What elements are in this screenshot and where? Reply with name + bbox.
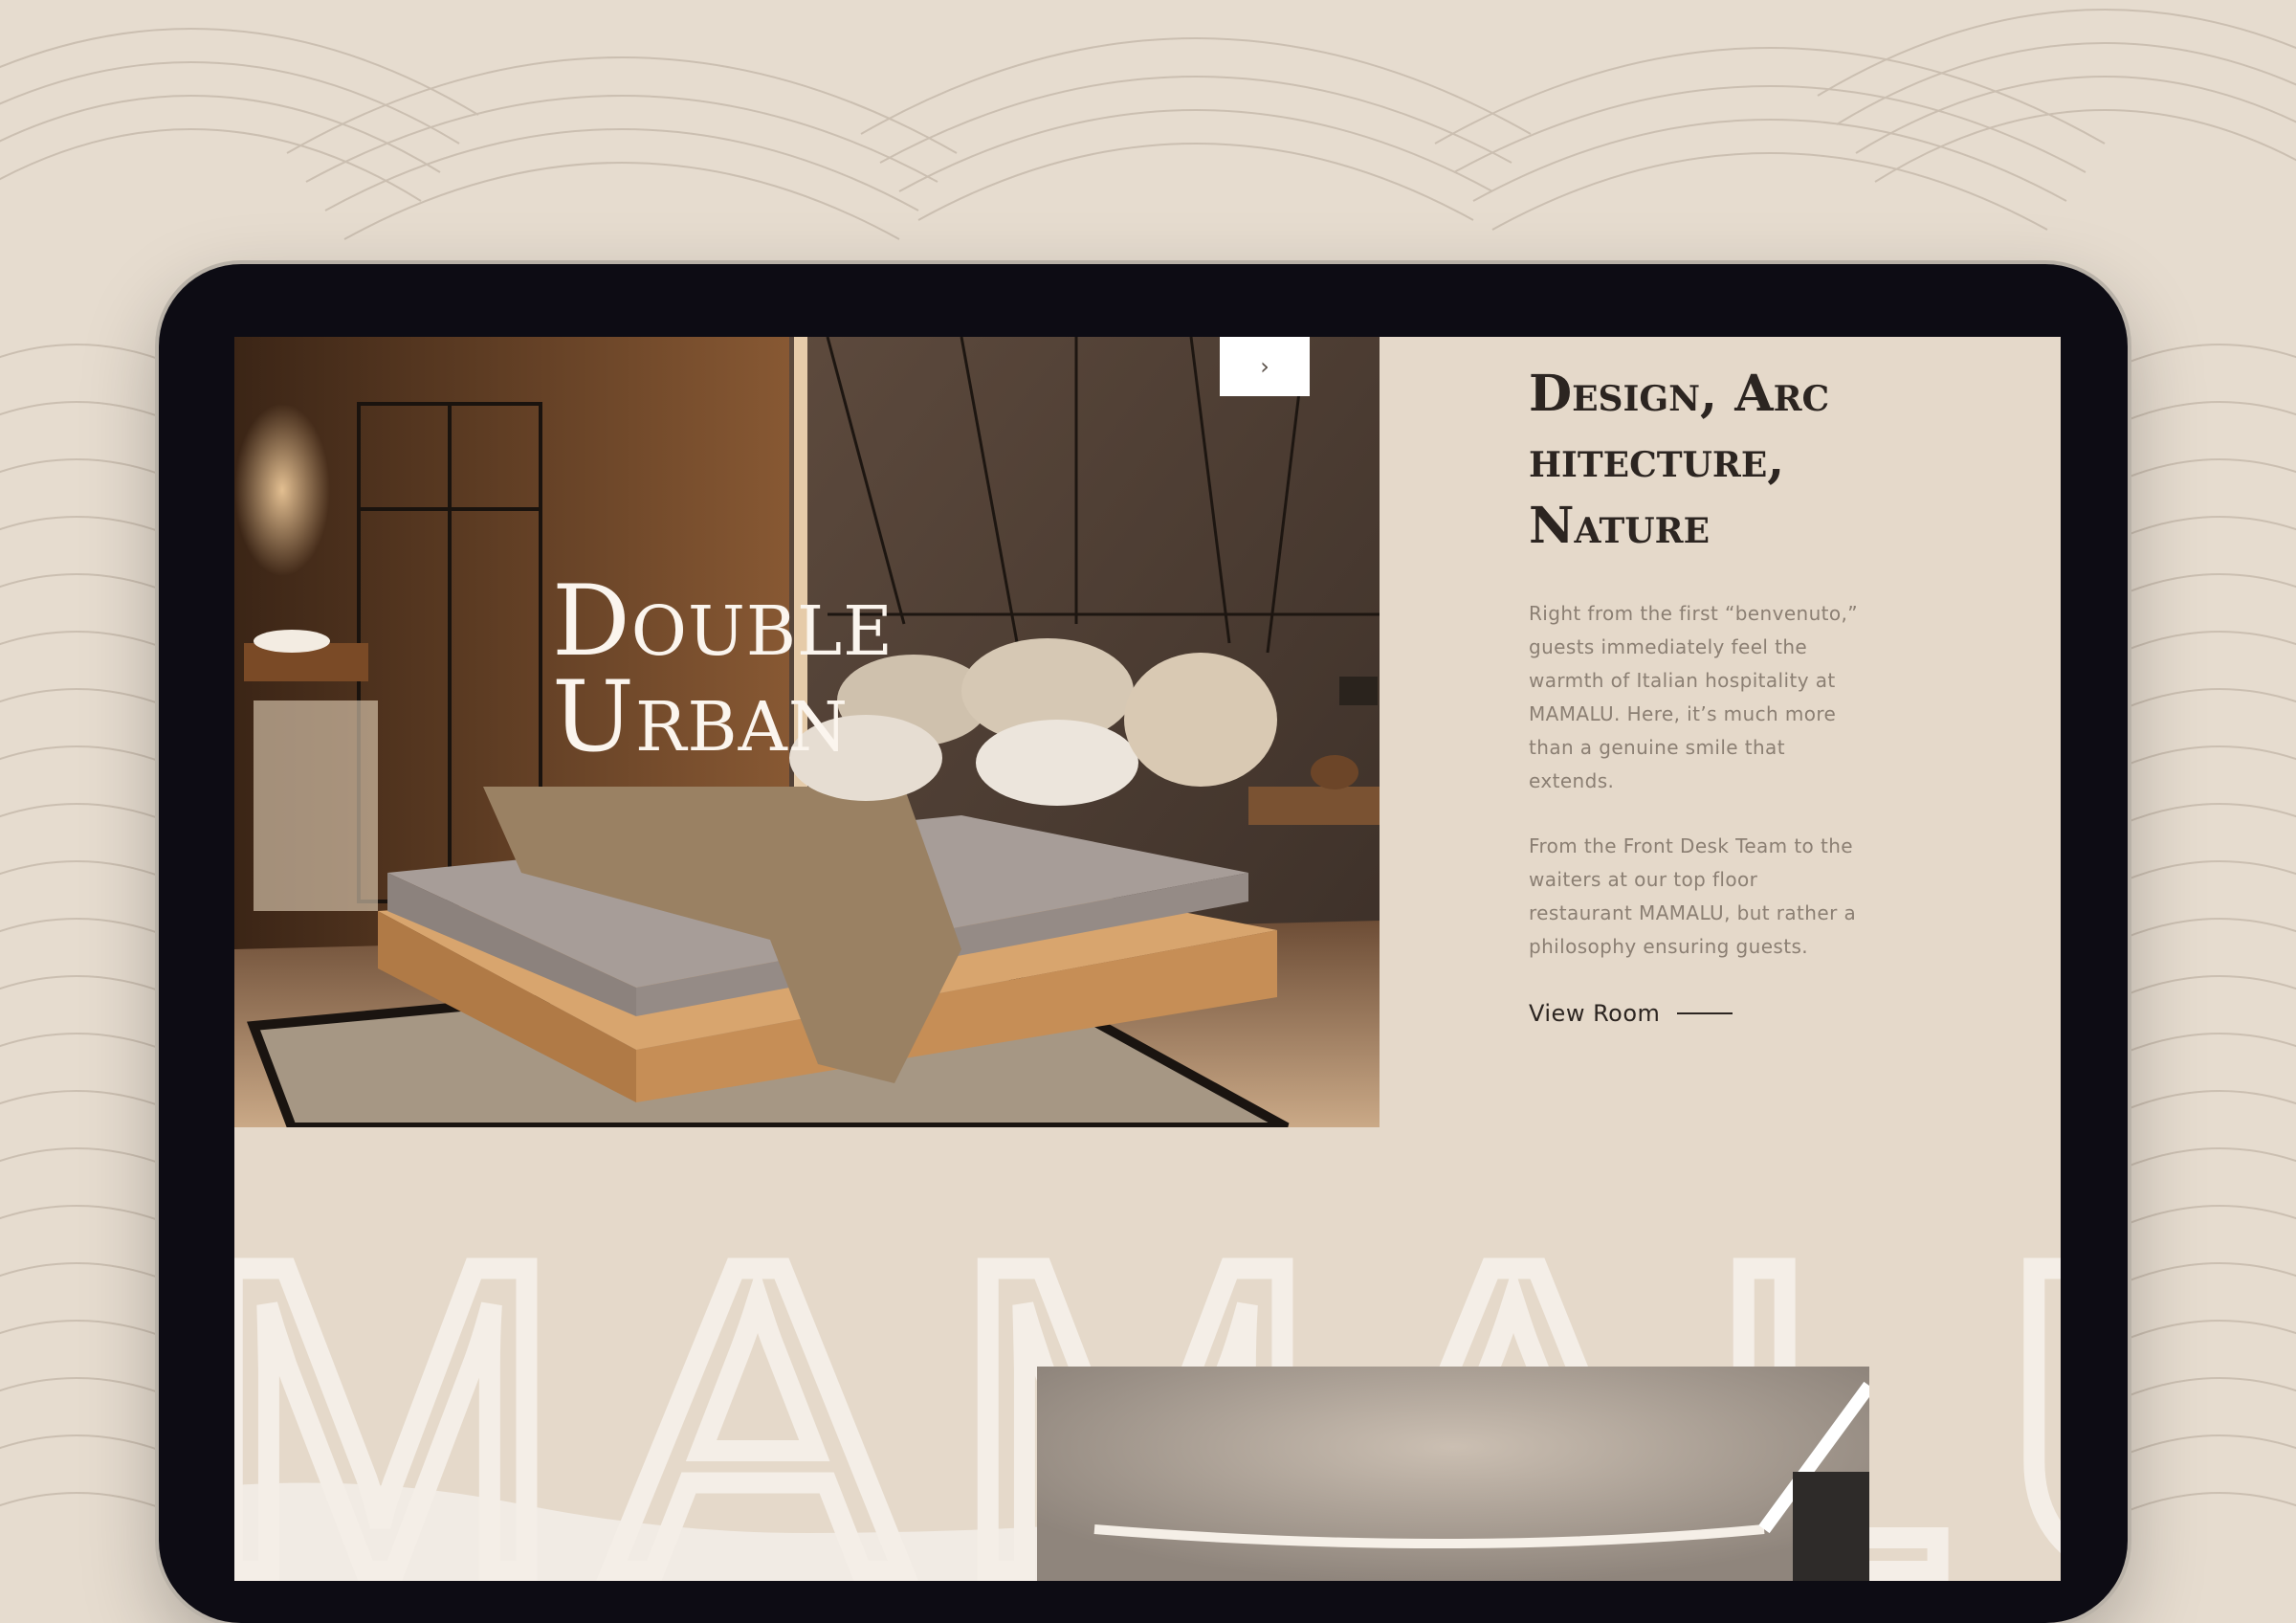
- intro-title: Design, Architecture, Nature: [1529, 365, 1830, 555]
- hero-room-image: Double Urban ›: [234, 337, 1380, 1127]
- intro-paragraph-1: Right from the first “benvenuto,” guests…: [1529, 602, 1859, 792]
- intro-paragraph-2: From the Front Desk Team to the waiters …: [1529, 834, 1857, 958]
- website-screen: Double Urban › Design, Architecture, Nat…: [234, 337, 2061, 1581]
- hero-title-line-1: Double: [552, 565, 894, 678]
- arrow-line-icon: [1677, 1012, 1733, 1014]
- intro-column: Design, Architecture, Nature Right from …: [1529, 361, 1892, 1027]
- slider-next-button[interactable]: ›: [1220, 337, 1310, 396]
- ceiling-photo: [1037, 1367, 1869, 1581]
- view-room-link[interactable]: View Room: [1529, 1000, 1892, 1027]
- chevron-right-icon: ›: [1260, 353, 1269, 380]
- hero-title: Double Urban: [552, 565, 894, 774]
- hero-title-line-2: Urban: [552, 660, 849, 774]
- view-room-label: View Room: [1529, 1000, 1661, 1027]
